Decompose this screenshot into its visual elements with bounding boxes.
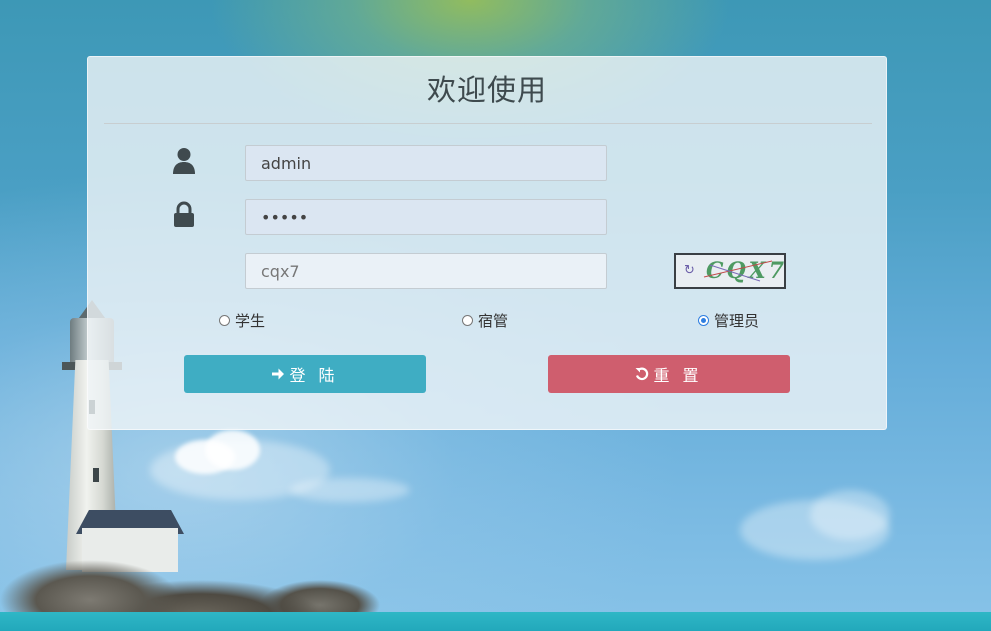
captcha-input[interactable]	[245, 253, 607, 289]
captcha-image[interactable]: ↻ CQX7	[674, 253, 786, 289]
cloud	[205, 430, 260, 470]
page-title: 欢迎使用	[426, 73, 547, 107]
cloud	[290, 478, 410, 502]
undo-icon	[635, 367, 649, 381]
role-dorm-manager-radio[interactable]	[462, 315, 473, 326]
role-admin[interactable]: 管理员	[698, 310, 759, 331]
arrow-right-icon	[272, 368, 285, 380]
user-icon	[173, 148, 195, 174]
login-button[interactable]: 登 陆	[184, 355, 426, 393]
captcha-noise	[703, 260, 773, 282]
lock-icon	[174, 201, 194, 227]
login-panel: 欢迎使用 ↻ CQX7 学生 宿管 管理员 登 陆	[87, 56, 887, 430]
role-admin-radio[interactable]	[698, 315, 709, 326]
role-student-radio[interactable]	[219, 315, 230, 326]
role-dorm-manager[interactable]: 宿管	[462, 310, 508, 331]
reset-button-label: 重 置	[653, 366, 703, 385]
role-dorm-manager-label: 宿管	[478, 312, 509, 330]
reset-button[interactable]: 重 置	[548, 355, 790, 393]
role-admin-label: 管理员	[714, 312, 760, 330]
sea	[0, 612, 991, 631]
role-student[interactable]: 学生	[219, 310, 265, 331]
title-divider	[104, 123, 872, 124]
username-input[interactable]	[245, 145, 607, 181]
password-input[interactable]	[245, 199, 607, 235]
cloud	[810, 490, 890, 540]
login-button-label: 登 陆	[289, 366, 339, 385]
role-student-label: 学生	[235, 312, 266, 330]
lighthouse-window	[93, 468, 99, 482]
